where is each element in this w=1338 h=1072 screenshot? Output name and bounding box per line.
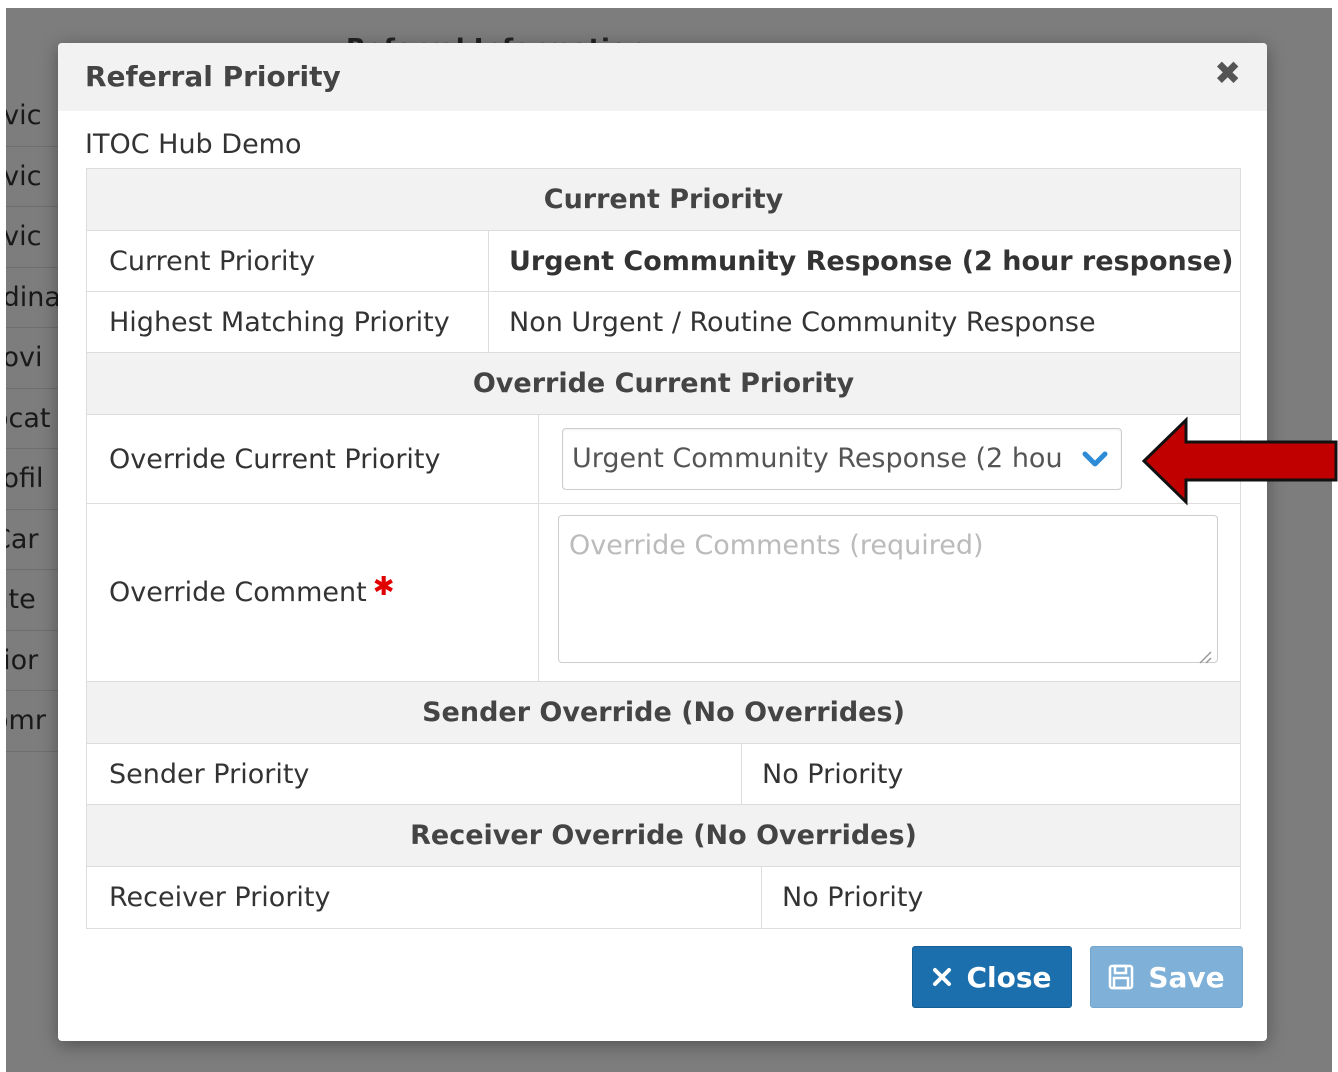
close-button[interactable]: Close <box>912 946 1072 1008</box>
override-comment-wrapper <box>558 515 1218 670</box>
sender-override-heading: Sender Override (No Overrides) <box>87 682 1240 744</box>
close-button-label: Close <box>966 960 1052 994</box>
close-icon <box>932 967 952 987</box>
override-comment-row: Override Comment ✱ <box>87 504 1240 682</box>
receiver-priority-value: No Priority <box>782 882 924 913</box>
override-comment-label-cell: Override Comment ✱ <box>87 504 539 681</box>
current-priority-value: Urgent Community Response (2 hour respon… <box>509 245 1234 277</box>
highest-matching-priority-row: Highest Matching Priority Non Urgent / R… <box>87 292 1240 353</box>
modal-header: Referral Priority ✖ <box>58 43 1267 111</box>
receiver-override-heading: Receiver Override (No Overrides) <box>87 805 1240 867</box>
highest-matching-priority-value: Non Urgent / Routine Community Response <box>509 306 1096 338</box>
override-select-label: Override Current Priority <box>87 415 539 503</box>
sender-priority-row: Sender Priority No Priority <box>87 744 1240 805</box>
override-comment-textarea[interactable] <box>558 515 1218 663</box>
override-comment-label: Override Comment <box>109 577 367 608</box>
priority-table: Current Priority Current Priority Urgent… <box>86 168 1241 929</box>
sender-priority-label: Sender Priority <box>87 744 742 804</box>
red-arrow-icon <box>1141 416 1338 506</box>
referral-priority-modal: Referral Priority ✖ ITOC Hub Demo Curren… <box>58 43 1267 1041</box>
override-heading: Override Current Priority <box>87 353 1240 415</box>
current-priority-row: Current Priority Urgent Community Respon… <box>87 231 1240 292</box>
receiver-priority-row: Receiver Priority No Priority <box>87 867 1240 928</box>
save-button-label: Save <box>1148 960 1225 994</box>
floppy-disk-icon <box>1108 964 1134 990</box>
organization-name: ITOC Hub Demo <box>85 129 302 160</box>
receiver-priority-label: Receiver Priority <box>87 867 762 928</box>
chevron-down-icon <box>1082 451 1108 467</box>
required-icon: ✱ <box>372 571 395 602</box>
save-button[interactable]: Save <box>1090 946 1243 1008</box>
close-icon[interactable]: ✖ <box>1214 55 1241 91</box>
modal-title: Referral Priority <box>85 60 341 93</box>
override-priority-select[interactable]: Urgent Community Response (2 hour respon… <box>562 428 1122 490</box>
highest-matching-priority-label: Highest Matching Priority <box>87 292 489 352</box>
current-priority-label: Current Priority <box>87 231 489 291</box>
current-priority-heading: Current Priority <box>87 169 1240 231</box>
resize-handle-icon[interactable] <box>1196 648 1212 664</box>
override-select-row: Override Current Priority Urgent Communi… <box>87 415 1240 504</box>
override-priority-select-value: Urgent Community Response (2 hour respon… <box>572 443 1062 474</box>
sender-priority-value: No Priority <box>762 758 904 790</box>
